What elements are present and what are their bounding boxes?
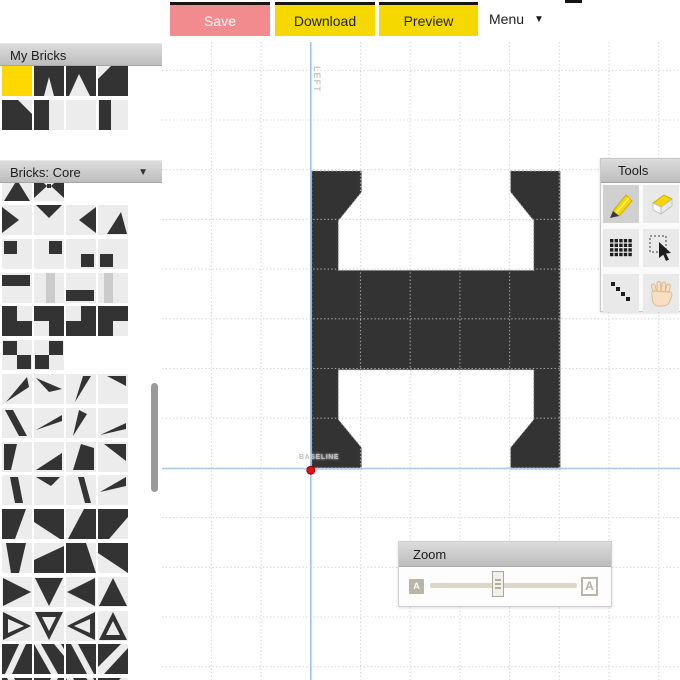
brick-tile-halfbar-left[interactable] <box>34 100 64 131</box>
brick-tile-quad-e[interactable] <box>2 543 32 573</box>
brick-tile-tri-right[interactable] <box>2 205 32 235</box>
brick-tile-L-miss-tr[interactable] <box>2 306 32 337</box>
my-bricks-header: My Bricks <box>0 43 162 66</box>
brick-tile-slash-a[interactable] <box>2 644 32 675</box>
brick-tile-sliv-g[interactable] <box>66 407 96 438</box>
core-bricks-header[interactable]: Bricks: Core ▼ <box>0 160 162 183</box>
brick-tile-L-miss-tl[interactable] <box>66 306 96 337</box>
brick-tile-sliv-d[interactable] <box>98 374 128 404</box>
select-icon <box>649 235 671 261</box>
fontstruct-editor: Save Download Preview Menu ▼ My Bricks B… <box>0 0 680 680</box>
eraser-icon <box>652 194 673 215</box>
zoom-panel-header[interactable]: Zoom <box>399 542 611 567</box>
brick-tile-sliv-f[interactable] <box>34 407 64 438</box>
brick-tile-tri-down[interactable] <box>34 205 64 235</box>
brick-tile-sliv-i[interactable] <box>2 475 32 506</box>
brick-tile-half-d[interactable] <box>98 441 128 472</box>
core-bricks-title: Bricks: Core <box>10 165 81 180</box>
brick-tile-half-b[interactable] <box>34 441 64 472</box>
sidebar-scrollbar-thumb[interactable] <box>151 383 158 492</box>
chevron-down-icon: ▼ <box>534 13 544 25</box>
origin-dot <box>306 465 316 475</box>
brick-tile-diag-cut-tr[interactable] <box>2 100 32 131</box>
pencil-tool-button[interactable] <box>603 185 639 223</box>
tools-panel: Tools <box>600 158 680 312</box>
baseline-label: BASELINE <box>299 454 340 461</box>
brick-tile-ftri-right[interactable] <box>2 576 32 607</box>
pencil-icon <box>610 194 633 218</box>
brick-tile-white-left[interactable] <box>66 100 96 131</box>
brick-tile-qsq-bl[interactable] <box>98 238 128 269</box>
brick-tile-sliv-e[interactable] <box>2 407 32 438</box>
brick-tile-sliv-k[interactable] <box>66 475 96 506</box>
brick-tile-quad-b[interactable] <box>34 509 64 540</box>
brick-tile-notch-peak-wide[interactable] <box>66 66 96 96</box>
brick-tile-sliv-j[interactable] <box>34 475 64 506</box>
brick-tile-sliv-b[interactable] <box>34 374 64 404</box>
brick-tile-sliv-l[interactable] <box>98 475 128 506</box>
eraser-tool-button[interactable] <box>643 185 679 223</box>
brick-tile-solid-yellow[interactable] <box>2 66 32 96</box>
menu-label: Menu <box>489 11 525 27</box>
brick-tile-htri-down[interactable] <box>34 610 64 641</box>
brick-tile-halfbar-top[interactable] <box>2 272 32 303</box>
brick-tile-slash-b[interactable] <box>34 644 64 675</box>
brick-tile-sliv-c[interactable] <box>66 374 96 404</box>
brick-grid-tool-button[interactable] <box>603 229 639 267</box>
brick-tile-ftri-down[interactable] <box>34 576 64 607</box>
brick-tile-tri-up-corner[interactable] <box>98 205 128 235</box>
brick-tile-htri-right[interactable] <box>2 610 32 641</box>
line-tool-button[interactable] <box>603 274 639 312</box>
zoom-out-icon[interactable]: A <box>409 579 424 594</box>
preview-button[interactable]: Preview <box>379 2 478 36</box>
brick-tile-graybar-center[interactable] <box>34 272 64 303</box>
tools-panel-header[interactable]: Tools <box>601 159 680 183</box>
brick-tile-slash-d[interactable] <box>98 644 128 675</box>
select-tool-button[interactable] <box>643 229 679 267</box>
zoom-slider-handle[interactable] <box>492 571 504 597</box>
zoom-panel: Zoom A A <box>398 541 612 607</box>
brick-tile-half-a[interactable] <box>2 441 32 472</box>
save-button[interactable]: Save <box>170 2 270 36</box>
brick-tile-htri-left[interactable] <box>66 610 96 641</box>
brick-tile-notch-peak[interactable] <box>34 66 64 96</box>
chevron-down-icon[interactable]: ▼ <box>138 161 148 184</box>
brick-tile-checker-a[interactable] <box>2 340 32 371</box>
brick-tile-tri-left[interactable] <box>66 205 96 235</box>
download-button[interactable]: Download <box>275 2 375 36</box>
brick-tile-htri-up[interactable] <box>98 610 128 641</box>
left-guide-label: LEFT <box>312 66 322 93</box>
brick-tile-qsq-tl[interactable] <box>2 238 32 269</box>
brick-tile-sliv-h[interactable] <box>98 407 128 438</box>
menu-button[interactable]: Menu ▼ <box>483 2 550 36</box>
brick-tile-ftri-left[interactable] <box>66 576 96 607</box>
brick-tile-graybar-left[interactable] <box>98 272 128 303</box>
brick-tile-quad-d[interactable] <box>98 509 128 540</box>
brick-tile-quad-a[interactable] <box>2 509 32 540</box>
brick-tile-bar-narrow-left[interactable] <box>98 100 128 131</box>
brick-tile-sliv-a[interactable] <box>2 374 32 404</box>
brick-tile-L-miss-bl[interactable] <box>34 306 64 337</box>
brick-tile-half-c[interactable] <box>66 441 96 472</box>
brick-tile-qsq-br[interactable] <box>66 238 96 269</box>
brick-tile-quad-c[interactable] <box>66 509 96 540</box>
brick-tile-quad-h[interactable] <box>98 543 128 573</box>
brick-grid-icon <box>610 239 632 257</box>
window-edge-mark <box>565 0 582 3</box>
brick-tile-quad-g[interactable] <box>66 543 96 573</box>
pan-tool-button[interactable] <box>643 274 679 312</box>
line-icon <box>611 282 630 301</box>
hand-icon <box>651 281 673 307</box>
brick-tile-L-miss-br[interactable] <box>98 306 128 337</box>
brick-tile-quad-f[interactable] <box>34 543 64 573</box>
brick-tile-diag-cut-tl[interactable] <box>98 66 128 96</box>
brick-tile-ftri-up[interactable] <box>98 576 128 607</box>
zoom-in-icon[interactable]: A <box>581 577 598 596</box>
brick-tile-slash-c[interactable] <box>66 644 96 675</box>
brick-tile-checker-b[interactable] <box>34 340 64 371</box>
brick-tile-halfbar-bottom[interactable] <box>66 272 96 303</box>
brick-tile-qsq-tr[interactable] <box>34 238 64 269</box>
